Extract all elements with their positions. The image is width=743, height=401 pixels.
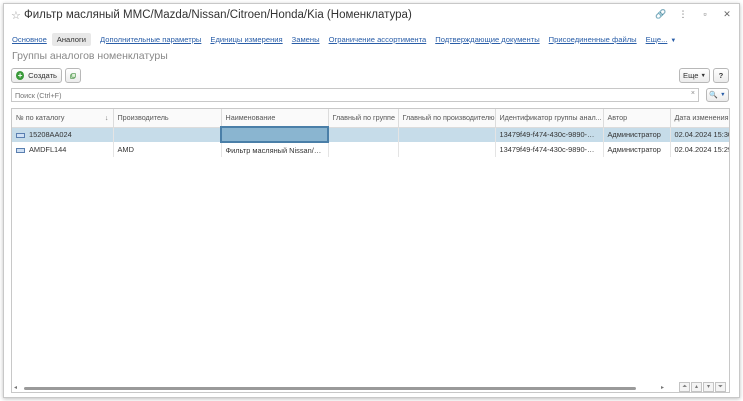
column-header[interactable]: Главный по производителю: [398, 109, 496, 128]
column-header-label: № по каталогу: [16, 113, 65, 123]
help-button[interactable]: ?: [713, 68, 729, 83]
search-input[interactable]: [12, 89, 682, 101]
tab-additional-params[interactable]: Дополнительные параметры: [100, 35, 201, 44]
create-button[interactable]: + Создать: [11, 68, 62, 83]
table-cell[interactable]: [220, 126, 329, 143]
table-cell[interactable]: [398, 127, 496, 142]
tab-main[interactable]: Основное: [12, 35, 47, 44]
search-icon: 🔍: [709, 92, 719, 99]
prev-page-icon[interactable]: ▴: [691, 382, 702, 392]
tab-replacements[interactable]: Замены: [292, 35, 320, 44]
column-header[interactable]: Главный по группе: [328, 109, 399, 128]
window-controls: 🔗 ⋮ ▫ ✕: [655, 9, 733, 20]
tab-more-label: Еще...: [645, 35, 668, 44]
copy-button[interactable]: [65, 68, 81, 83]
table-cell[interactable]: AMD: [113, 142, 222, 157]
tab-confirming-docs[interactable]: Подтверждающие документы: [435, 35, 539, 44]
scroll-right-icon[interactable]: ▸: [661, 384, 664, 391]
column-header[interactable]: Идентификатор группы анал...: [495, 109, 604, 128]
column-header[interactable]: № по каталогу ↓: [12, 109, 114, 128]
title-bar: ☆ Фильтр масляный MMC/Mazda/Nissan/Citro…: [4, 4, 739, 26]
row-navigation: ⏶ ▴ ▾ ⏷: [679, 382, 726, 392]
item-icon: [16, 132, 25, 138]
item-icon: [16, 147, 25, 153]
tab-bar: Основное Аналоги Дополнительные параметр…: [12, 33, 685, 46]
create-button-label: Создать: [28, 71, 57, 80]
tab-units[interactable]: Единицы измерения: [210, 35, 282, 44]
table-cell[interactable]: 02.04.2024 15:30: [670, 127, 729, 142]
tab-more[interactable]: Еще... ▼: [646, 35, 677, 44]
horizontal-scrollbar[interactable]: ◂ ▸ ⏶ ▴ ▾ ⏷: [11, 382, 730, 393]
scrollbar-thumb[interactable]: [24, 387, 636, 390]
clear-icon[interactable]: ×: [691, 90, 695, 97]
sort-down-icon: ↓: [104, 113, 109, 123]
more-button-label: Еще: [683, 71, 699, 80]
close-icon[interactable]: ✕: [721, 9, 733, 20]
chevron-down-icon: ▼: [720, 92, 726, 98]
more-button[interactable]: Еще ▼: [679, 68, 710, 83]
last-page-icon[interactable]: ⏷: [715, 382, 726, 392]
chevron-down-icon: ▼: [700, 72, 706, 79]
next-page-icon[interactable]: ▾: [703, 382, 714, 392]
table-cell[interactable]: Фильтр масляный Nissan/M...: [221, 142, 329, 157]
table-cell[interactable]: Администратор: [603, 127, 671, 142]
analogs-table: № по каталогу ↓ Производитель Наименовани…: [11, 108, 730, 393]
first-page-icon[interactable]: ⏶: [679, 382, 690, 392]
table-cell[interactable]: Администратор: [603, 142, 671, 157]
window-title: Фильтр масляный MMC/Mazda/Nissan/Citroen…: [24, 9, 412, 21]
table-cell[interactable]: 13479f49-f474-430c-9890-0fc...: [495, 127, 604, 142]
cell-text: AMDFL144: [29, 145, 67, 154]
table-cell[interactable]: [328, 142, 399, 157]
table-cell[interactable]: [113, 127, 222, 142]
scroll-left-icon[interactable]: ◂: [14, 384, 17, 391]
table-cell[interactable]: [398, 142, 496, 157]
chevron-down-icon: ▼: [670, 38, 677, 44]
table-cell[interactable]: 15208AA024: [12, 127, 114, 142]
column-header[interactable]: Дата изменения: [670, 109, 729, 128]
column-header[interactable]: Производитель: [113, 109, 222, 128]
table-header: № по каталогу ↓ Производитель Наименовани…: [12, 109, 729, 128]
more-vert-icon[interactable]: ⋮: [677, 9, 689, 20]
tab-attached-files[interactable]: Присоединенные файлы: [549, 35, 637, 44]
search-box: ×: [11, 88, 699, 102]
search-button[interactable]: 🔍 ▼: [706, 88, 729, 102]
table-row[interactable]: AMDFL144 AMD Фильтр масляный Nissan/M...…: [12, 142, 729, 157]
table-cell[interactable]: 02.04.2024 15:29: [670, 142, 729, 157]
table-cell[interactable]: 13479f49-f474-430c-9890-0fc...: [495, 142, 604, 157]
table-cell[interactable]: [328, 127, 399, 142]
copy-icon: [70, 72, 76, 79]
tab-analogs[interactable]: Аналоги: [51, 33, 92, 46]
tab-assortment-limit[interactable]: Ограничение ассортимента: [329, 35, 427, 44]
column-header[interactable]: Автор: [603, 109, 671, 128]
cell-text: 15208AA024: [29, 130, 72, 140]
section-title: Группы аналогов номенклатуры: [12, 50, 168, 62]
plus-icon: +: [16, 71, 25, 80]
table-cell[interactable]: AMDFL144: [12, 142, 114, 157]
column-header[interactable]: Наименование: [221, 109, 329, 128]
app-window: ☆ Фильтр масляный MMC/Mazda/Nissan/Citro…: [3, 3, 740, 398]
link-icon[interactable]: 🔗: [655, 9, 667, 20]
favorite-star-icon[interactable]: ☆: [11, 9, 21, 22]
restore-icon[interactable]: ▫: [699, 9, 711, 20]
table-row[interactable]: 15208AA024 13479f49-f474-430c-9890-0fc..…: [12, 126, 729, 143]
